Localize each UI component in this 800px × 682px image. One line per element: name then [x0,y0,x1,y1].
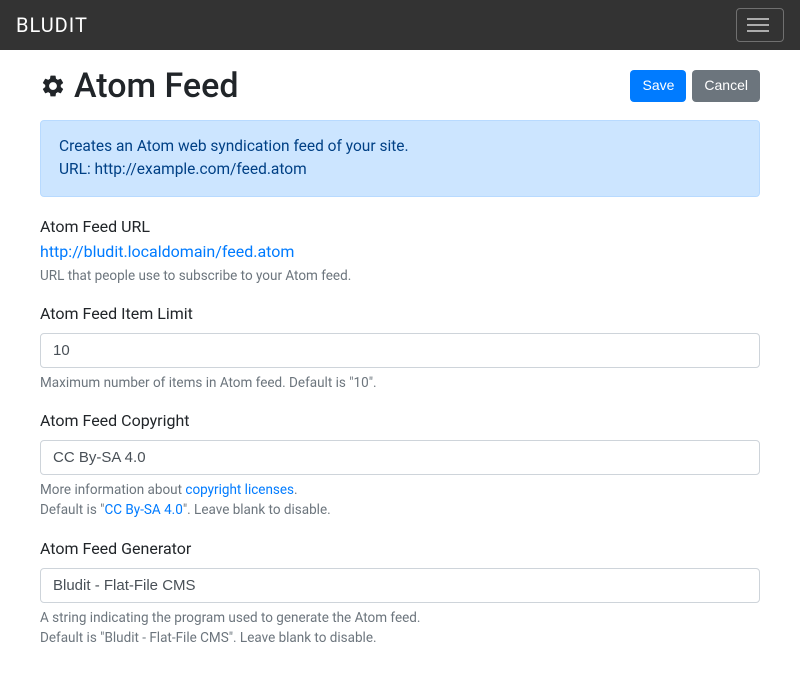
input-copyright[interactable] [40,440,760,475]
help-copyright: More information about copyright license… [40,480,760,521]
cancel-button[interactable]: Cancel [692,70,760,102]
navbar: BLUDIT [0,0,800,50]
help-generator: A string indicating the program used to … [40,608,760,649]
input-generator[interactable] [40,568,760,603]
input-limit[interactable] [40,333,760,368]
label-limit: Atom Feed Item Limit [40,304,760,323]
nav-toggle-button[interactable] [736,8,784,42]
actions: Save Cancel [630,70,760,102]
save-button[interactable]: Save [630,70,686,102]
field-url: Atom Feed URL http://bludit.localdomain/… [40,217,760,286]
help-limit: Maximum number of items in Atom feed. De… [40,373,760,393]
field-limit: Atom Feed Item Limit Maximum number of i… [40,304,760,393]
label-url: Atom Feed URL [40,217,760,236]
brand[interactable]: BLUDIT [16,13,88,37]
info-alert: Creates an Atom web syndication feed of … [40,120,760,197]
alert-line2: URL: http://example.com/feed.atom [59,158,741,181]
field-copyright: Atom Feed Copyright More information abo… [40,411,760,521]
page-title-text: Atom Feed [74,66,239,106]
page-title: Atom Feed [40,66,239,106]
label-generator: Atom Feed Generator [40,539,760,558]
help-url: URL that people use to subscribe to your… [40,266,760,286]
cc-by-sa-link[interactable]: CC By-SA 4.0 [104,502,182,518]
copyright-licenses-link[interactable]: copyright licenses [185,482,294,498]
field-generator: Atom Feed Generator A string indicating … [40,539,760,649]
page-header: Atom Feed Save Cancel [40,66,760,106]
feed-url-link[interactable]: http://bludit.localdomain/feed.atom [40,242,294,261]
label-copyright: Atom Feed Copyright [40,411,760,430]
gear-icon [40,73,66,99]
alert-line1: Creates an Atom web syndication feed of … [59,135,741,158]
